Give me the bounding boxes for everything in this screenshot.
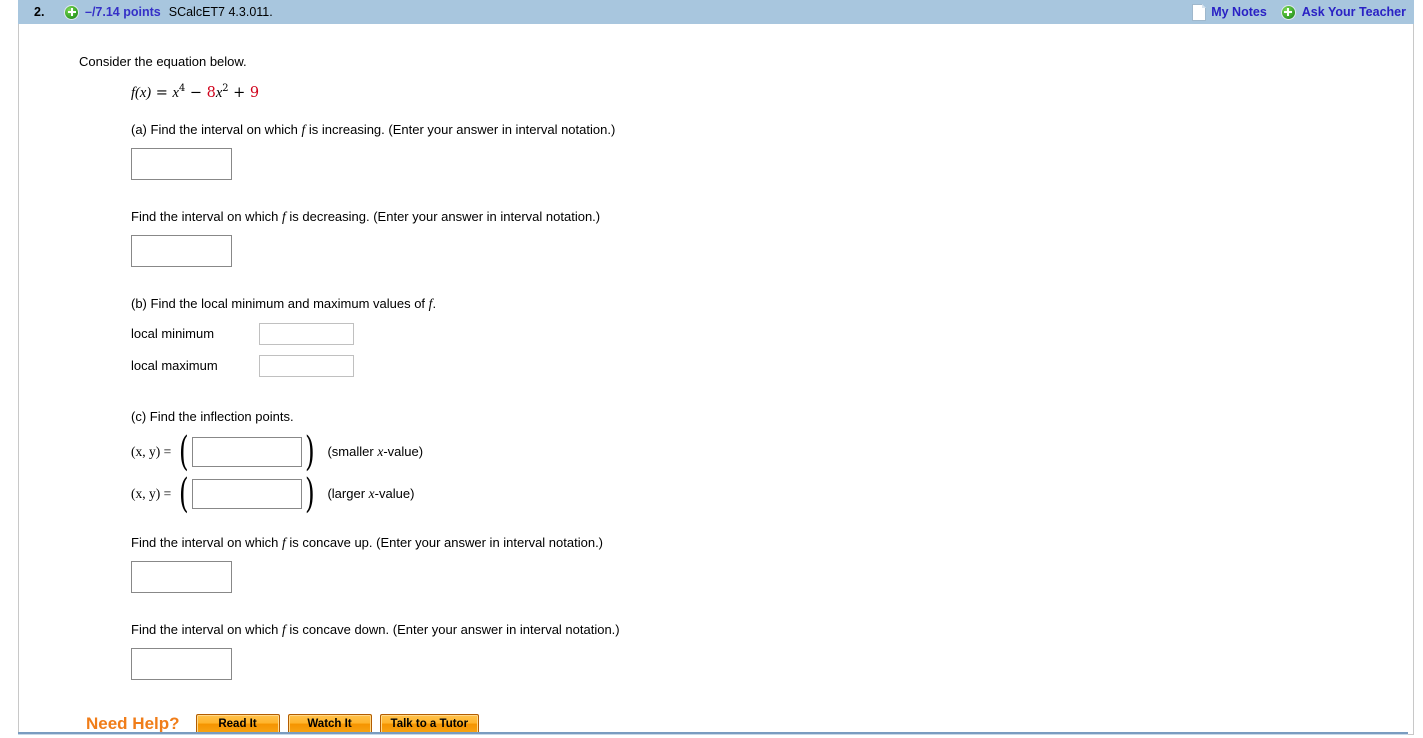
part-b-question-suffix: . bbox=[432, 295, 437, 311]
inflection-row1-label: (x, y) = bbox=[131, 444, 171, 460]
question-body-panel: Consider the equation below. f(x) = x4 −… bbox=[18, 24, 1414, 735]
page-bottom-divider bbox=[18, 732, 1408, 735]
inflection-row2-note: (larger x-value) bbox=[327, 486, 414, 502]
read-it-button[interactable]: Read It bbox=[195, 713, 280, 734]
decreasing-interval-input[interactable] bbox=[131, 234, 232, 267]
equation-term1-exponent: 4 bbox=[178, 82, 186, 94]
question-number: 2. bbox=[34, 5, 45, 19]
header-right-group: My Notes Ask Your Teacher bbox=[1192, 3, 1410, 21]
local-maximum-label: local maximum bbox=[131, 358, 218, 374]
concave-down-question: Find the interval on which f is concave … bbox=[131, 622, 1413, 639]
equation-term2-coefficient: 8 bbox=[206, 84, 216, 101]
local-maximum-row: local maximum bbox=[131, 354, 1413, 377]
equation-plus: + bbox=[233, 84, 246, 101]
equation-fx: f(x) bbox=[131, 84, 152, 101]
inflection-point-row-larger: (x, y) = ( ) (larger x-value) bbox=[131, 470, 1413, 517]
need-help-label: Need Help? bbox=[86, 713, 180, 733]
ask-teacher-plus-circle-icon[interactable] bbox=[1280, 4, 1296, 20]
local-minimum-label: local minimum bbox=[131, 326, 215, 342]
local-minimum-row: local minimum bbox=[131, 322, 1413, 345]
question-header-bar: 2. –/7.14 points SCalcET7 4.3.011. My No… bbox=[18, 0, 1414, 24]
inflection-point-row-smaller: (x, y) = ( ) (smaller x-value) bbox=[131, 428, 1413, 475]
concave-up-question: Find the interval on which f is concave … bbox=[131, 535, 1413, 552]
part-a-decreasing-question-prefix: Find the interval on which bbox=[131, 208, 283, 224]
concave-down-section: Find the interval on which f is concave … bbox=[131, 622, 1413, 680]
inflection-point-larger-input[interactable] bbox=[191, 478, 302, 509]
equation-display: f(x) = x4 − 8x2 + 9 bbox=[131, 82, 1413, 101]
local-minimum-input[interactable] bbox=[259, 322, 354, 345]
part-a-decreasing-question: Find the interval on which f is decreasi… bbox=[131, 209, 1413, 226]
ask-your-teacher-link[interactable]: Ask Your Teacher bbox=[1302, 5, 1406, 19]
concave-down-interval-input[interactable] bbox=[131, 647, 232, 680]
inflection-row1-note: (smaller x-value) bbox=[327, 444, 423, 460]
my-notes-link[interactable]: My Notes bbox=[1211, 5, 1267, 19]
part-c-question: (c) Find the inflection points. bbox=[131, 408, 294, 424]
plus-circle-icon[interactable] bbox=[64, 4, 79, 20]
inflection-row2-label: (x, y) = bbox=[131, 486, 171, 502]
inflection-row2-note-post: -value) bbox=[374, 485, 415, 501]
talk-to-a-tutor-button[interactable]: Talk to a Tutor bbox=[379, 713, 480, 734]
equation-term3: 9 bbox=[249, 84, 260, 101]
header-left-group: 2. –/7.14 points SCalcET7 4.3.011. bbox=[18, 4, 273, 20]
part-a-increasing-section: (a) Find the interval on which f is incr… bbox=[131, 122, 1413, 180]
inflection-row1-label-pair: (x, y) bbox=[131, 443, 161, 459]
prompt-text: Consider the equation below. bbox=[79, 54, 247, 69]
part-c-section: (c) Find the inflection points. (x, y) =… bbox=[131, 408, 1413, 517]
inflection-row1-label-equals: = bbox=[160, 443, 172, 459]
close-paren-glyph-row1: ) bbox=[304, 428, 315, 475]
inflection-point-smaller-input[interactable] bbox=[191, 436, 302, 467]
close-paren-glyph-row2: ) bbox=[304, 470, 315, 517]
inflection-row2-note-pre: (larger bbox=[327, 485, 369, 501]
question-content: Consider the equation below. f(x) = x4 −… bbox=[19, 24, 1413, 734]
open-paren-glyph-row2: ( bbox=[179, 470, 189, 517]
equation-minus: − bbox=[189, 84, 202, 101]
document-icon[interactable] bbox=[1192, 3, 1207, 21]
part-b-section: (b) Find the local minimum and maximum v… bbox=[131, 296, 1413, 377]
concave-up-question-suffix: is concave up. (Enter your answer in int… bbox=[285, 534, 604, 550]
concave-up-question-prefix: Find the interval on which bbox=[131, 534, 283, 550]
part-a-decreasing-section: Find the interval on which f is decreasi… bbox=[131, 209, 1413, 267]
inflection-row2-label-equals: = bbox=[160, 485, 172, 501]
inflection-row1-note-post: -value) bbox=[383, 443, 424, 459]
local-maximum-input[interactable] bbox=[259, 354, 354, 377]
question-container: 2. –/7.14 points SCalcET7 4.3.011. My No… bbox=[18, 0, 1414, 735]
part-a-decreasing-question-suffix: is decreasing. (Enter your answer in int… bbox=[285, 208, 601, 224]
part-a-increasing-question-prefix: (a) Find the interval on which bbox=[131, 122, 302, 138]
inflection-row2-label-pair: (x, y) bbox=[131, 485, 161, 501]
concave-up-interval-input[interactable] bbox=[131, 560, 232, 593]
concave-down-question-suffix: is concave down. (Enter your answer in i… bbox=[285, 621, 620, 637]
points-label: –/7.14 points bbox=[85, 5, 161, 19]
need-help-bar: Need Help? Read It Watch It Talk to a Tu… bbox=[86, 713, 1413, 734]
equation-term2-exponent: 2 bbox=[222, 82, 229, 94]
part-a-increasing-question: (a) Find the interval on which f is incr… bbox=[131, 122, 1413, 139]
watch-it-button[interactable]: Watch It bbox=[287, 713, 372, 734]
concave-down-question-prefix: Find the interval on which bbox=[131, 621, 283, 637]
increasing-interval-input[interactable] bbox=[131, 147, 232, 180]
equation-equals: = bbox=[155, 84, 168, 101]
concave-up-section: Find the interval on which f is concave … bbox=[131, 535, 1413, 593]
inflection-row1-note-pre: (smaller bbox=[327, 443, 378, 459]
open-paren-glyph-row1: ( bbox=[179, 428, 189, 475]
part-b-question: (b) Find the local minimum and maximum v… bbox=[131, 296, 1413, 313]
question-key-label: SCalcET7 4.3.011. bbox=[168, 5, 273, 19]
part-a-increasing-question-suffix: is increasing. (Enter your answer in int… bbox=[305, 122, 616, 138]
part-b-question-prefix: (b) Find the local minimum and maximum v… bbox=[131, 295, 429, 311]
